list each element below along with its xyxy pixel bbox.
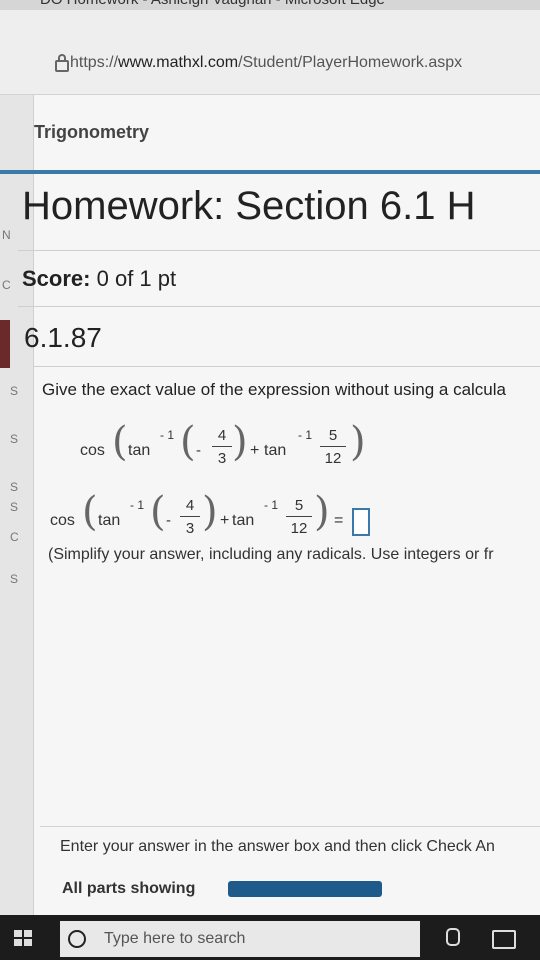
left-marker[interactable]: C [10, 530, 19, 544]
address-bar[interactable]: https://www.mathxl.com/Student/PlayerHom… [0, 10, 540, 95]
tan-label: tan [98, 512, 121, 529]
minus-sign: - [196, 442, 201, 459]
cortana-icon [68, 930, 86, 948]
windows-start-icon[interactable] [14, 930, 32, 946]
left-marker[interactable]: S [10, 480, 18, 494]
divider [18, 306, 540, 307]
course-name[interactable]: Trigonometry [34, 122, 149, 143]
paren-left: ( [150, 489, 166, 535]
plus-sign: + [250, 442, 260, 459]
left-marker[interactable]: N [2, 228, 11, 242]
url-path: /Student/PlayerHomework.aspx [238, 54, 463, 71]
paren-right: ) [232, 419, 248, 465]
cos-label: cos [80, 442, 105, 459]
microphone-icon[interactable] [446, 928, 460, 946]
url-scheme: https:// [70, 54, 119, 71]
paren-left: ( [82, 489, 98, 535]
win-pane [14, 930, 22, 937]
question-number: 6.1.87 [24, 322, 102, 353]
parts-progress-bar[interactable] [228, 881, 382, 897]
divider [18, 250, 540, 251]
paren-left: ( [180, 419, 196, 465]
question-tab [0, 320, 10, 368]
plus-sign: + [220, 512, 230, 529]
win-pane [14, 939, 22, 946]
equals-sign: = [334, 512, 344, 529]
cos-label: cos [50, 512, 75, 529]
fraction-denominator: 3 [185, 520, 195, 537]
divider [34, 366, 540, 367]
fraction-denominator: 12 [324, 450, 342, 467]
window-titlebar: DO Homework - Ashleigh Vaughan - Microso… [0, 0, 540, 10]
page-title: Homework: Section 6.1 H [22, 184, 476, 228]
paren-left: ( [112, 419, 128, 465]
left-marker[interactable]: S [10, 432, 18, 446]
question-prompt: Give the exact value of the expression w… [42, 380, 506, 399]
paren-right: ) [202, 489, 218, 535]
window-title: DO Homework - Ashleigh Vaughan - Microso… [40, 0, 385, 8]
answer-instructions: (Simplify your answer, including any rad… [48, 546, 494, 563]
fraction-numerator: 5 [328, 427, 338, 444]
divider [40, 826, 540, 827]
left-marker[interactable]: S [10, 384, 18, 398]
task-view-icon[interactable] [492, 930, 516, 949]
parts-label: All parts showing [62, 880, 196, 897]
minus-sign: - [166, 512, 171, 529]
header-accent-bar [0, 170, 540, 174]
inverse-exponent: - 1 [160, 428, 175, 442]
score-label: Score: [22, 266, 91, 291]
fraction-denominator: 12 [290, 520, 308, 537]
fraction-bar [180, 516, 200, 517]
tan-label: tan [264, 442, 287, 459]
fraction-bar [320, 446, 346, 447]
win-pane [24, 930, 32, 937]
score-value: 0 of 1 pt [96, 266, 177, 291]
left-marker[interactable]: S [10, 572, 18, 586]
browser-page [0, 10, 540, 915]
fraction-numerator: 4 [185, 497, 195, 514]
tan-label: tan [232, 512, 255, 529]
left-marker[interactable]: S [10, 500, 18, 514]
score-display: Score: 0 of 1 pt [22, 266, 176, 292]
tan-label: tan [128, 442, 151, 459]
inverse-exponent: - 1 [130, 498, 145, 512]
paren-right: ) [314, 489, 330, 535]
fraction-numerator: 4 [217, 427, 227, 444]
search-placeholder: Type here to search [104, 930, 246, 947]
lock-icon [55, 54, 69, 72]
fraction-numerator: 5 [294, 497, 304, 514]
url-text[interactable]: https://www.mathxl.com/Student/PlayerHom… [70, 54, 462, 72]
url-host: www.mathxl.com [118, 54, 239, 71]
inverse-exponent: - 1 [264, 498, 279, 512]
fraction-denominator: 3 [217, 450, 227, 467]
paren-right: ) [350, 419, 366, 465]
win-pane [24, 939, 32, 946]
footer-message: Enter your answer in the answer box and … [60, 838, 495, 855]
inverse-exponent: - 1 [298, 428, 313, 442]
answer-input[interactable] [352, 508, 370, 536]
fraction-bar [286, 516, 312, 517]
taskbar-search-box[interactable]: Type here to search [60, 921, 420, 957]
left-marker[interactable]: C [2, 278, 11, 292]
fraction-bar [212, 446, 232, 447]
